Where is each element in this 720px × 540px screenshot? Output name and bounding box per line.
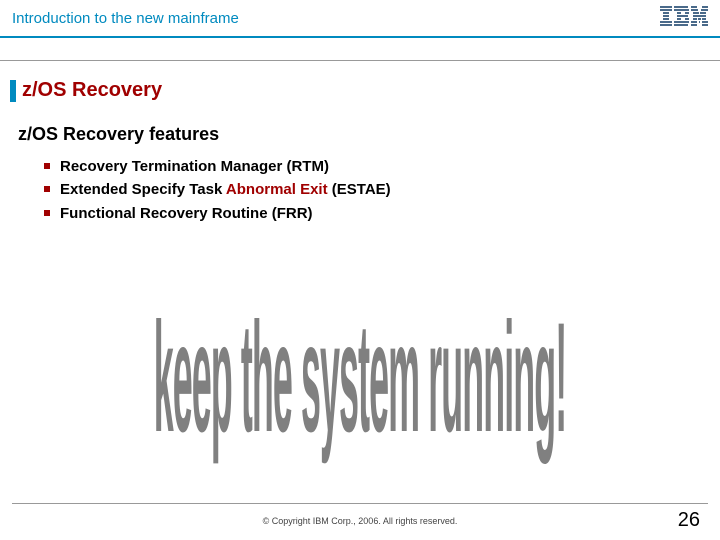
slide-title-row: z/OS Recovery bbox=[0, 79, 720, 102]
bullet-list: Recovery Termination Manager (RTM) Exten… bbox=[44, 155, 720, 225]
bullet-text: Functional Recovery Routine (FRR) bbox=[60, 205, 313, 222]
top-divider bbox=[0, 60, 720, 61]
slide-title: z/OS Recovery bbox=[22, 79, 162, 102]
page-number: 26 bbox=[678, 509, 700, 532]
bullet-text: Recovery Termination Manager (RTM) bbox=[60, 158, 329, 175]
bullet-text-accent: Abnormal Exit bbox=[226, 181, 328, 198]
header-bar: Introduction to the new mainframe bbox=[0, 0, 720, 38]
footer-divider bbox=[12, 503, 708, 504]
bullet-text-after: (ESTAE) bbox=[328, 181, 391, 198]
bullet-item: Recovery Termination Manager (RTM) bbox=[44, 155, 720, 178]
copyright-text: © Copyright IBM Corp., 2006. All rights … bbox=[0, 516, 720, 526]
bullet-item: Extended Specify Task Abnormal Exit (EST… bbox=[44, 178, 720, 201]
accent-bar bbox=[10, 80, 16, 102]
header-title: Introduction to the new mainframe bbox=[12, 10, 239, 27]
big-callout-text: keep the system running! bbox=[154, 287, 567, 469]
bullet-text-before: Extended Specify Task bbox=[60, 181, 226, 198]
ibm-logo bbox=[660, 6, 708, 26]
slide-subtitle: z/OS Recovery features bbox=[18, 124, 720, 145]
bullet-item: Functional Recovery Routine (FRR) bbox=[44, 202, 720, 225]
